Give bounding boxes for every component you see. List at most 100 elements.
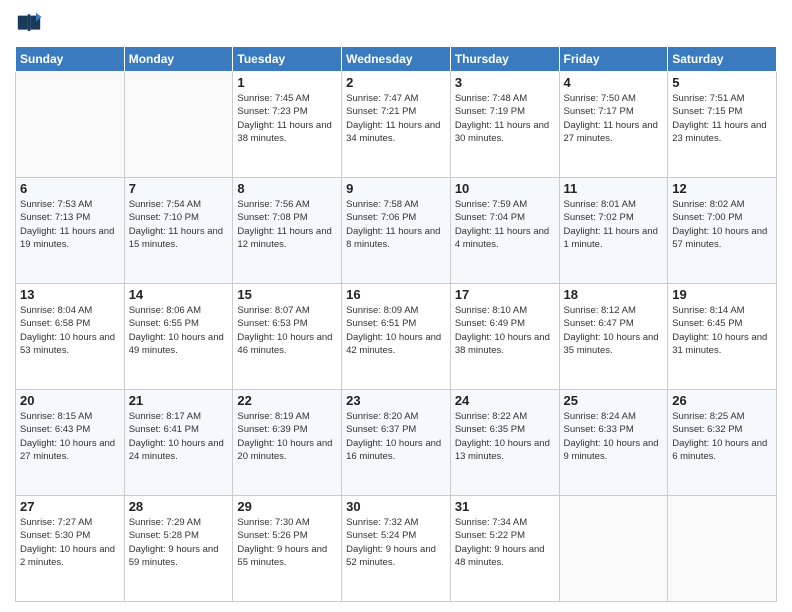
day-number: 3 [455, 75, 555, 90]
logo [15, 10, 45, 38]
day-number: 27 [20, 499, 120, 514]
calendar-header-wednesday: Wednesday [342, 47, 451, 72]
day-info: Sunrise: 7:34 AM Sunset: 5:22 PM Dayligh… [455, 516, 555, 569]
day-number: 4 [564, 75, 664, 90]
calendar-cell: 24Sunrise: 8:22 AM Sunset: 6:35 PM Dayli… [450, 390, 559, 496]
day-number: 9 [346, 181, 446, 196]
day-info: Sunrise: 8:15 AM Sunset: 6:43 PM Dayligh… [20, 410, 120, 463]
day-info: Sunrise: 8:20 AM Sunset: 6:37 PM Dayligh… [346, 410, 446, 463]
calendar-cell: 3 Sunrise: 7:48 AM Sunset: 7:19 PM Daylig… [450, 72, 559, 178]
day-number: 21 [129, 393, 229, 408]
calendar-cell: 4Sunrise: 7:50 AM Sunset: 7:17 PM Daylig… [559, 72, 668, 178]
calendar-header-row: SundayMondayTuesdayWednesdayThursdayFrid… [16, 47, 777, 72]
day-number: 23 [346, 393, 446, 408]
day-number: 20 [20, 393, 120, 408]
day-info: Sunrise: 8:17 AM Sunset: 6:41 PM Dayligh… [129, 410, 229, 463]
day-info: Sunrise: 7:56 AM Sunset: 7:08 PM Dayligh… [237, 198, 337, 251]
day-number: 15 [237, 287, 337, 302]
day-number: 31 [455, 499, 555, 514]
calendar-header-monday: Monday [124, 47, 233, 72]
day-info: Sunrise: 8:07 AM Sunset: 6:53 PM Dayligh… [237, 304, 337, 357]
day-info: Sunrise: 8:24 AM Sunset: 6:33 PM Dayligh… [564, 410, 664, 463]
day-number: 18 [564, 287, 664, 302]
calendar-cell: 22 Sunrise: 8:19 AM Sunset: 6:39 PM Dayli… [233, 390, 342, 496]
day-number: 28 [129, 499, 229, 514]
day-info: Sunrise: 8:22 AM Sunset: 6:35 PM Dayligh… [455, 410, 555, 463]
day-number: 10 [455, 181, 555, 196]
calendar-week-4: 27 Sunrise: 7:27 AM Sunset: 5:30 PM Dayli… [16, 496, 777, 602]
calendar-cell: 1 Sunrise: 7:45 AM Sunset: 7:23 PM Daylig… [233, 72, 342, 178]
calendar-cell: 17 Sunrise: 8:10 AM Sunset: 6:49 PM Dayli… [450, 284, 559, 390]
calendar-cell: 5 Sunrise: 7:51 AM Sunset: 7:15 PM Daylig… [668, 72, 777, 178]
day-info: Sunrise: 7:30 AM Sunset: 5:26 PM Dayligh… [237, 516, 337, 569]
calendar-cell: 14Sunrise: 8:06 AM Sunset: 6:55 PM Dayli… [124, 284, 233, 390]
day-number: 22 [237, 393, 337, 408]
calendar-header-friday: Friday [559, 47, 668, 72]
calendar-cell: 2 Sunrise: 7:47 AM Sunset: 7:21 PM Daylig… [342, 72, 451, 178]
day-number: 2 [346, 75, 446, 90]
calendar-cell [559, 496, 668, 602]
generalblue-logo-icon [15, 10, 43, 38]
calendar-cell: 15 Sunrise: 8:07 AM Sunset: 6:53 PM Dayli… [233, 284, 342, 390]
day-info: Sunrise: 8:10 AM Sunset: 6:49 PM Dayligh… [455, 304, 555, 357]
day-number: 30 [346, 499, 446, 514]
calendar-header-saturday: Saturday [668, 47, 777, 72]
day-info: Sunrise: 8:14 AM Sunset: 6:45 PM Dayligh… [672, 304, 772, 357]
day-number: 25 [564, 393, 664, 408]
day-number: 19 [672, 287, 772, 302]
day-info: Sunrise: 7:59 AM Sunset: 7:04 PM Dayligh… [455, 198, 555, 251]
calendar: SundayMondayTuesdayWednesdayThursdayFrid… [15, 46, 777, 602]
calendar-cell: 12Sunrise: 8:02 AM Sunset: 7:00 PM Dayli… [668, 178, 777, 284]
calendar-cell: 18 Sunrise: 8:12 AM Sunset: 6:47 PM Dayli… [559, 284, 668, 390]
day-number: 13 [20, 287, 120, 302]
day-number: 26 [672, 393, 772, 408]
calendar-cell [668, 496, 777, 602]
calendar-week-0: 1 Sunrise: 7:45 AM Sunset: 7:23 PM Daylig… [16, 72, 777, 178]
day-info: Sunrise: 7:48 AM Sunset: 7:19 PM Dayligh… [455, 92, 555, 145]
day-number: 11 [564, 181, 664, 196]
day-info: Sunrise: 7:51 AM Sunset: 7:15 PM Dayligh… [672, 92, 772, 145]
day-info: Sunrise: 8:12 AM Sunset: 6:47 PM Dayligh… [564, 304, 664, 357]
calendar-cell [124, 72, 233, 178]
calendar-cell: 13Sunrise: 8:04 AM Sunset: 6:58 PM Dayli… [16, 284, 125, 390]
calendar-cell: 31 Sunrise: 7:34 AM Sunset: 5:22 PM Dayli… [450, 496, 559, 602]
calendar-cell: 21 Sunrise: 8:17 AM Sunset: 6:41 PM Dayli… [124, 390, 233, 496]
calendar-cell: 8 Sunrise: 7:56 AM Sunset: 7:08 PM Daylig… [233, 178, 342, 284]
day-number: 5 [672, 75, 772, 90]
day-info: Sunrise: 7:58 AM Sunset: 7:06 PM Dayligh… [346, 198, 446, 251]
calendar-cell: 16Sunrise: 8:09 AM Sunset: 6:51 PM Dayli… [342, 284, 451, 390]
calendar-week-3: 20 Sunrise: 8:15 AM Sunset: 6:43 PM Dayli… [16, 390, 777, 496]
day-number: 17 [455, 287, 555, 302]
day-number: 12 [672, 181, 772, 196]
day-info: Sunrise: 7:27 AM Sunset: 5:30 PM Dayligh… [20, 516, 120, 569]
calendar-cell: 11 Sunrise: 8:01 AM Sunset: 7:02 PM Dayli… [559, 178, 668, 284]
day-number: 8 [237, 181, 337, 196]
day-info: Sunrise: 7:53 AM Sunset: 7:13 PM Dayligh… [20, 198, 120, 251]
calendar-cell: 23 Sunrise: 8:20 AM Sunset: 6:37 PM Dayli… [342, 390, 451, 496]
day-number: 1 [237, 75, 337, 90]
day-info: Sunrise: 7:29 AM Sunset: 5:28 PM Dayligh… [129, 516, 229, 569]
day-info: Sunrise: 7:32 AM Sunset: 5:24 PM Dayligh… [346, 516, 446, 569]
day-info: Sunrise: 7:45 AM Sunset: 7:23 PM Dayligh… [237, 92, 337, 145]
calendar-cell: 28 Sunrise: 7:29 AM Sunset: 5:28 PM Dayli… [124, 496, 233, 602]
day-number: 16 [346, 287, 446, 302]
calendar-header-tuesday: Tuesday [233, 47, 342, 72]
calendar-cell: 19 Sunrise: 8:14 AM Sunset: 6:45 PM Dayli… [668, 284, 777, 390]
day-info: Sunrise: 8:01 AM Sunset: 7:02 PM Dayligh… [564, 198, 664, 251]
calendar-header-thursday: Thursday [450, 47, 559, 72]
calendar-cell: 26 Sunrise: 8:25 AM Sunset: 6:32 PM Dayli… [668, 390, 777, 496]
day-number: 14 [129, 287, 229, 302]
calendar-header-sunday: Sunday [16, 47, 125, 72]
calendar-week-2: 13Sunrise: 8:04 AM Sunset: 6:58 PM Dayli… [16, 284, 777, 390]
day-info: Sunrise: 7:47 AM Sunset: 7:21 PM Dayligh… [346, 92, 446, 145]
calendar-cell [16, 72, 125, 178]
day-info: Sunrise: 8:25 AM Sunset: 6:32 PM Dayligh… [672, 410, 772, 463]
calendar-cell: 7Sunrise: 7:54 AM Sunset: 7:10 PM Daylig… [124, 178, 233, 284]
day-info: Sunrise: 8:19 AM Sunset: 6:39 PM Dayligh… [237, 410, 337, 463]
calendar-cell: 30 Sunrise: 7:32 AM Sunset: 5:24 PM Dayli… [342, 496, 451, 602]
day-number: 7 [129, 181, 229, 196]
calendar-week-1: 6Sunrise: 7:53 AM Sunset: 7:13 PM Daylig… [16, 178, 777, 284]
calendar-cell: 29Sunrise: 7:30 AM Sunset: 5:26 PM Dayli… [233, 496, 342, 602]
calendar-cell: 27 Sunrise: 7:27 AM Sunset: 5:30 PM Dayli… [16, 496, 125, 602]
calendar-cell: 6Sunrise: 7:53 AM Sunset: 7:13 PM Daylig… [16, 178, 125, 284]
